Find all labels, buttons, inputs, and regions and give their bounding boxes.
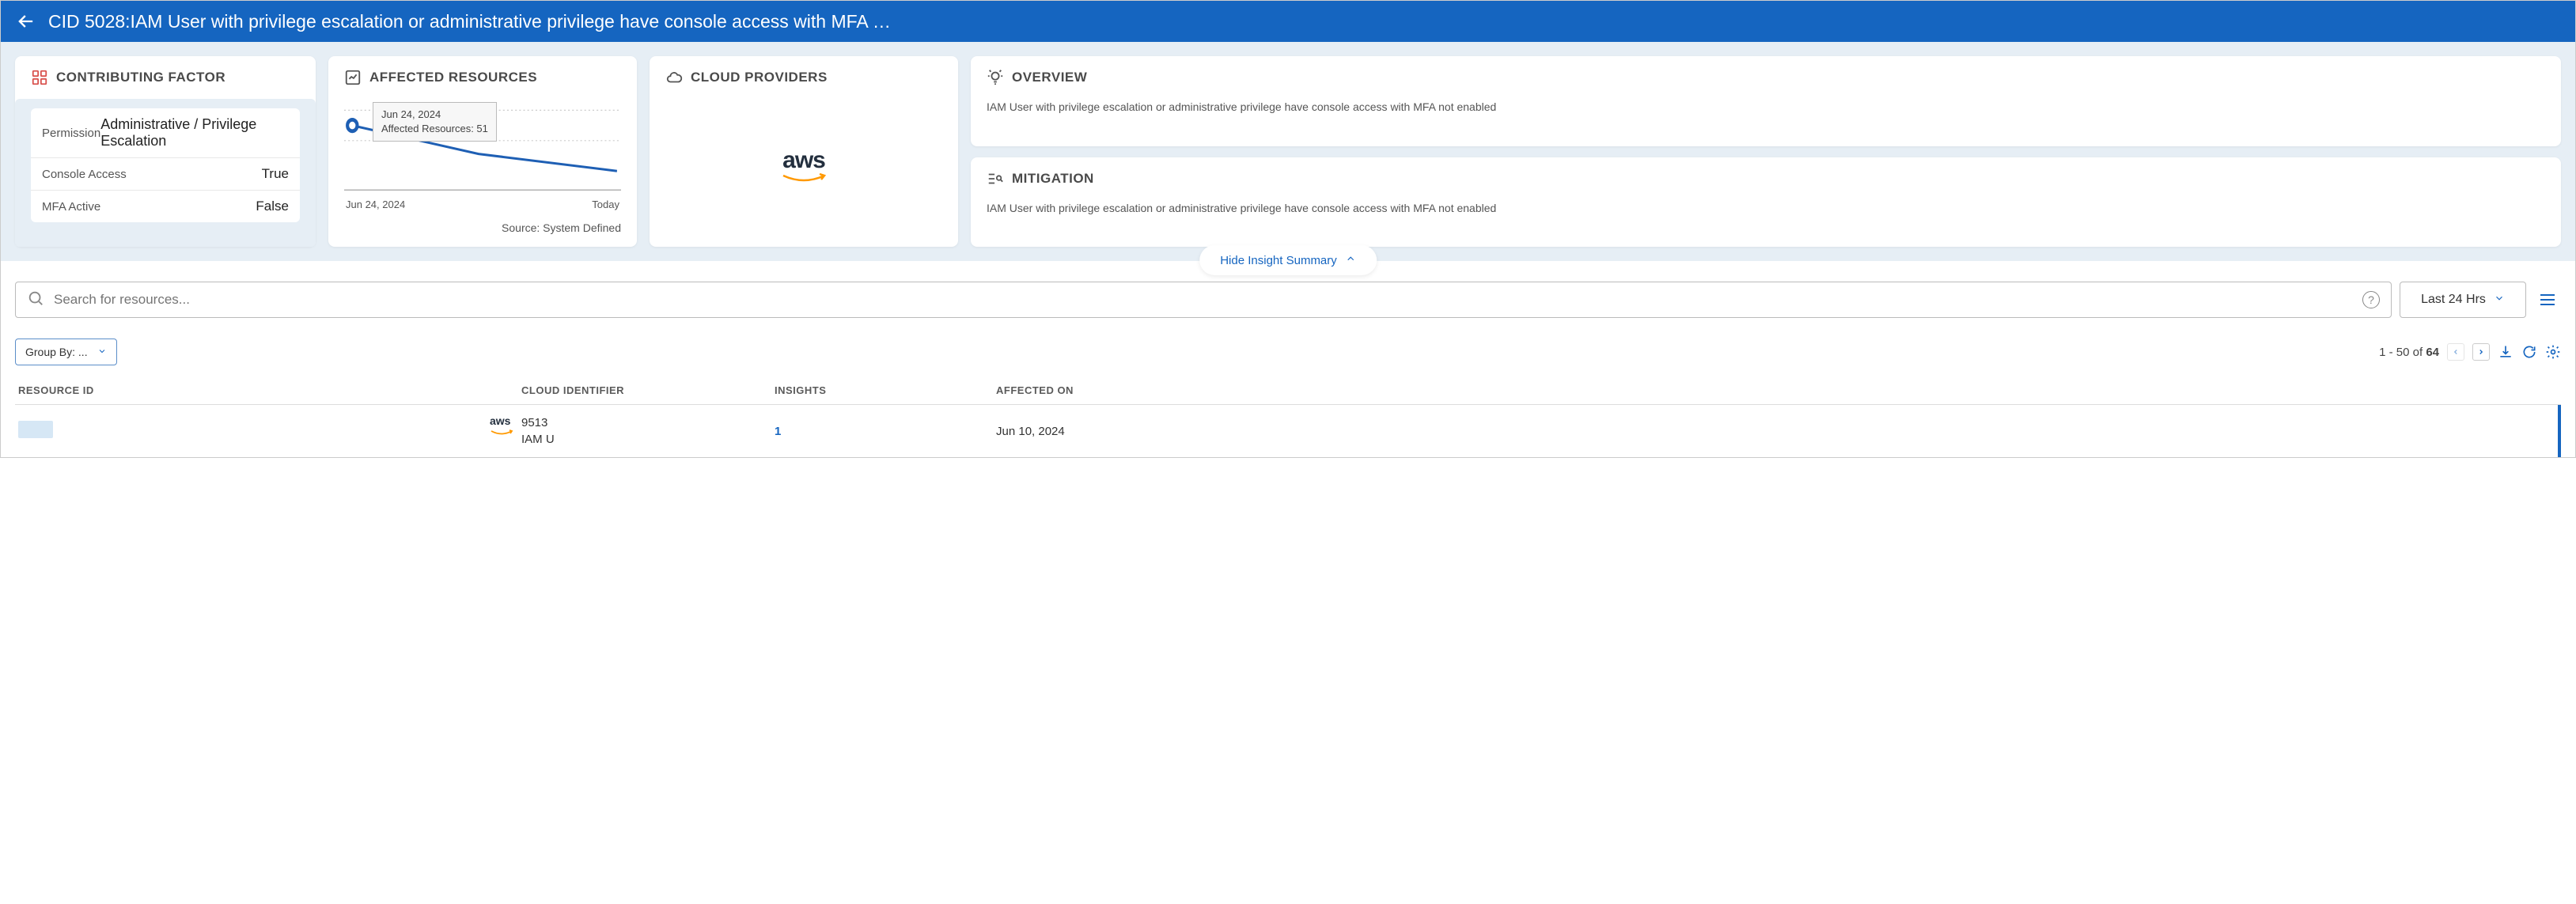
mitigation-description: IAM User with privilege escalation or ad… [987,200,2545,217]
overview-description: IAM User with privilege escalation or ad… [987,99,2545,115]
pagination-count: 1 - 50 of 64 [2379,346,2439,359]
chevron-down-icon [2494,293,2505,308]
hide-pill-label: Hide Insight Summary [1220,254,1337,267]
card-title: MITIGATION [1012,171,1094,187]
table-row[interactable]: aws 9513 IAM U 1 Jun 10, 2024 [15,405,2561,457]
menu-icon[interactable] [2534,282,2561,318]
table-header: RESOURCE ID CLOUD IDENTIFIER INSIGHTS AF… [15,376,2561,405]
chevron-down-icon [97,346,107,358]
cf-table: Permission Administrative / Privilege Es… [31,108,300,222]
cf-row: MFA Active False [31,191,300,222]
col-header-insights[interactable]: INSIGHTS [775,384,996,396]
tooltip-date: Jun 24, 2024 [381,108,488,122]
lightbulb-icon [987,69,1004,86]
card-contributing-factor: CONTRIBUTING FACTOR Permission Administr… [15,56,316,247]
insight-summary: CONTRIBUTING FACTOR Permission Administr… [1,42,2575,261]
col-header-cloud-identifier[interactable]: CLOUD IDENTIFIER [521,384,775,396]
card-overview: OVERVIEW IAM User with privilege escalat… [971,56,2561,146]
cloud-identifier-line1: 9513 [521,414,555,431]
group-by-label: Group By: ... [25,346,88,358]
help-icon[interactable]: ? [2362,291,2380,308]
prev-page-button[interactable] [2447,343,2464,361]
chart-line-icon [344,69,362,86]
settings-icon[interactable] [2545,344,2561,360]
search-box[interactable]: ? [15,282,2392,318]
refresh-icon[interactable] [2521,344,2537,360]
hide-insight-summary-toggle[interactable]: Hide Insight Summary [1199,245,1377,275]
grid-icon [31,69,48,86]
cf-value: True [262,166,289,182]
col-header-resource-id[interactable]: RESOURCE ID [15,384,521,396]
search-list-icon [987,170,1004,187]
card-title: CLOUD PROVIDERS [691,70,828,85]
search-input[interactable] [54,292,2362,308]
back-arrow-icon[interactable] [15,10,37,32]
card-mitigation: MITIGATION IAM User with privilege escal… [971,157,2561,248]
chart-x-start: Jun 24, 2024 [346,199,405,210]
aws-mini-logo: aws [490,414,513,441]
search-icon [27,289,54,311]
cf-row: Permission Administrative / Privilege Es… [31,108,300,158]
cloud-icon [665,69,683,86]
page-header: CID 5028:IAM User with privilege escalat… [1,1,2575,42]
cf-label: Permission [42,127,100,140]
card-title: AFFECTED RESOURCES [369,70,537,85]
cf-label: MFA Active [42,200,100,214]
pagination-toolbar: 1 - 50 of 64 [2379,343,2561,361]
cf-value: Administrative / Privilege Escalation [100,116,289,149]
next-page-button[interactable] [2472,343,2490,361]
cf-row: Console Access True [31,158,300,191]
time-range-dropdown[interactable]: Last 24 Hrs [2400,282,2526,318]
cf-value: False [256,199,289,214]
card-affected-resources: AFFECTED RESOURCES Jun 24, 2024 Affected… [328,56,637,247]
card-title: OVERVIEW [1012,70,1087,85]
group-by-dropdown[interactable]: Group By: ... [15,339,117,365]
aws-logo: aws [780,147,828,187]
download-icon[interactable] [2498,344,2513,360]
chart-tooltip: Jun 24, 2024 Affected Resources: 51 [373,102,497,142]
cloud-identifier-line2: IAM U [521,431,555,448]
chart-source: Source: System Defined [344,221,621,234]
insights-count[interactable]: 1 [775,425,996,438]
page-title: CID 5028:IAM User with privilege escalat… [48,11,891,32]
chevron-up-icon [1345,253,1356,267]
chart-x-end: Today [592,199,619,210]
resources-table: RESOURCE ID CLOUD IDENTIFIER INSIGHTS AF… [15,376,2561,457]
col-header-affected-on[interactable]: AFFECTED ON [996,384,2561,396]
tooltip-value: Affected Resources: 51 [381,122,488,136]
aws-logo-text: aws [780,147,828,174]
card-title: CONTRIBUTING FACTOR [56,70,225,85]
affected-on-date: Jun 10, 2024 [996,425,2558,438]
affected-resources-chart: Jun 24, 2024 Affected Resources: 51 [344,99,621,194]
time-range-label: Last 24 Hrs [2421,293,2486,307]
cf-label: Console Access [42,168,127,181]
card-cloud-providers: CLOUD PROVIDERS aws [650,56,958,247]
resource-id-redacted [18,421,53,438]
